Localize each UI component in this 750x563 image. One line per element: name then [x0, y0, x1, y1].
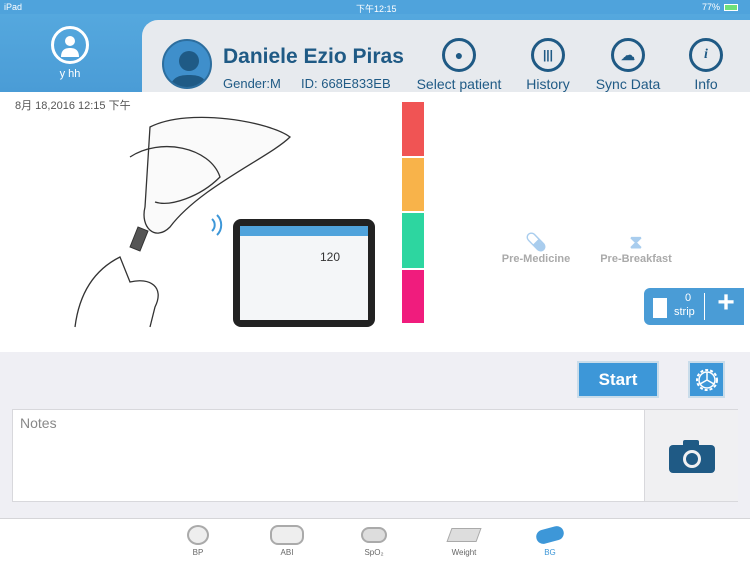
tab-bp[interactable]: BP: [168, 525, 228, 557]
pre-breakfast-option[interactable]: ⧗ Pre-Breakfast: [590, 232, 682, 265]
person-icon: ●: [442, 38, 476, 72]
abi-monitor-icon: [270, 525, 304, 545]
scale-icon: [446, 528, 482, 542]
history-button[interactable]: ||| History: [518, 38, 578, 92]
range-red: [402, 102, 424, 156]
tab-weight[interactable]: Weight: [434, 525, 494, 557]
patient-gender: Gender:M: [223, 76, 281, 91]
battery-icon: [724, 4, 738, 11]
apple-core-icon: ⧗: [629, 232, 643, 252]
strip-icon: [653, 294, 667, 318]
oximeter-icon: [361, 527, 387, 543]
select-patient-button[interactable]: ● Select patient: [412, 38, 506, 92]
glucometer-illustration: 120: [74, 116, 375, 328]
camera-icon: [668, 439, 715, 473]
start-button[interactable]: Start: [577, 361, 659, 398]
device-label: iPad: [4, 2, 23, 12]
strip-count: 0: [684, 292, 692, 304]
patient-avatar: [162, 39, 212, 89]
battery-percent: 77%: [702, 2, 721, 12]
patient-panel: Daniele Ezio Piras Gender:M ID: 668E833E…: [142, 20, 750, 92]
pill-icon: 💊︎: [524, 232, 548, 252]
gear-icon: [695, 368, 718, 391]
range-pink: [402, 270, 424, 323]
info-button[interactable]: i Info: [682, 38, 730, 92]
doctor-avatar-icon: [51, 26, 89, 64]
tab-abi[interactable]: ABI: [257, 525, 317, 557]
cloud-download-icon: ☁: [611, 38, 645, 72]
tab-spo2[interactable]: SpO₂: [344, 525, 404, 557]
user-panel[interactable]: y hh: [0, 14, 140, 92]
tablet-reading: 120: [320, 250, 340, 264]
glucometer-icon: [534, 524, 566, 546]
device-tab-bar: BP ABI SpO₂ Weight BG: [0, 518, 750, 563]
settings-button[interactable]: [688, 361, 725, 398]
sync-data-button[interactable]: ☁ Sync Data: [588, 38, 668, 92]
tab-bg[interactable]: BG: [520, 524, 580, 557]
strip-unit: strip: [674, 306, 695, 318]
measurement-area: 8月 18,2016 12:15 下午 120 💊︎ Pre-Medicine …: [0, 92, 750, 352]
patient-name: Daniele Ezio Piras: [223, 45, 404, 68]
bar-chart-icon: |||: [531, 38, 565, 72]
info-icon: i: [689, 38, 723, 72]
strip-counter: 0 strip +: [644, 286, 744, 325]
camera-button[interactable]: [644, 410, 738, 501]
user-name: y hh: [59, 68, 81, 80]
pre-medicine-option[interactable]: 💊︎ Pre-Medicine: [490, 232, 582, 265]
patient-id: ID: 668E833EB: [301, 76, 391, 91]
notes-box: Notes: [12, 409, 738, 502]
add-strip-button[interactable]: +: [708, 286, 744, 320]
notes-input[interactable]: Notes: [13, 410, 644, 501]
range-orange: [402, 158, 424, 211]
range-green: [402, 213, 424, 268]
bp-monitor-icon: [187, 525, 209, 545]
